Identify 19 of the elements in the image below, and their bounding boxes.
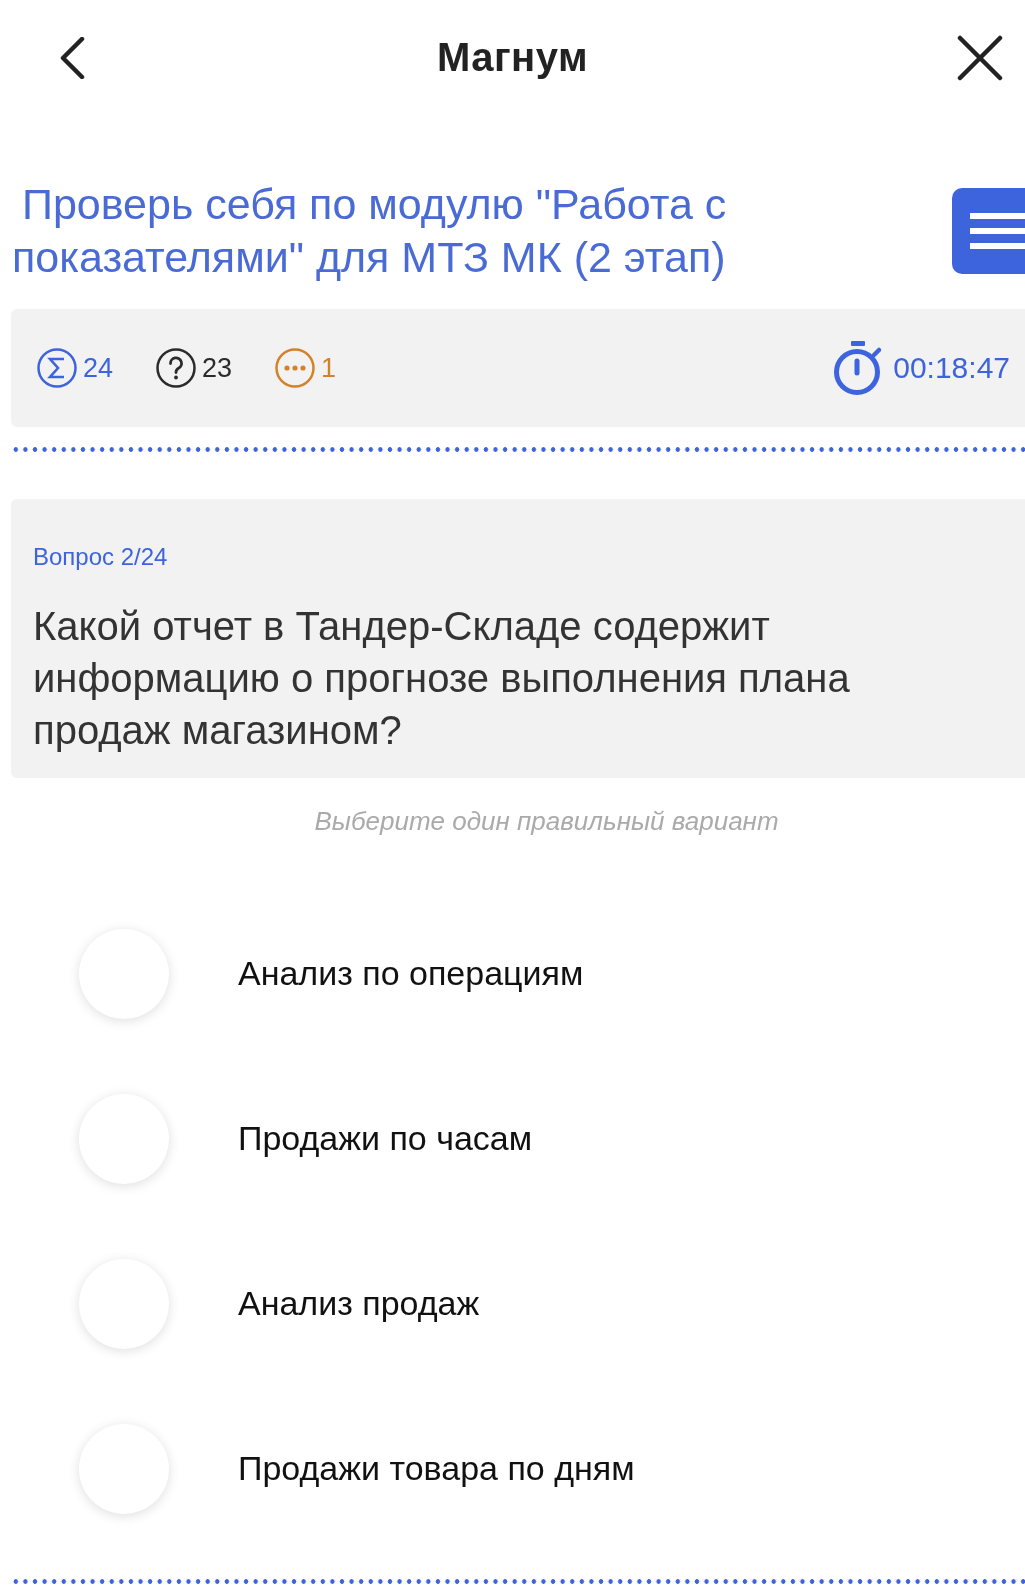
menu-icon xyxy=(970,210,1025,252)
option-label[interactable]: Анализ продаж xyxy=(238,1284,480,1323)
option-label[interactable]: Анализ по операциям xyxy=(238,954,584,993)
stat-count: 24 xyxy=(83,352,114,384)
question-text: Какой отчет в Тандер-Складе содержит информацию о прогнозе выполнения плана продаж магазином? xyxy=(33,603,851,754)
close-icon xyxy=(957,34,1003,81)
app-title: Магнум xyxy=(436,34,589,81)
back-button[interactable] xyxy=(58,36,86,79)
instruction-text: Выберите один правильный вариант xyxy=(313,805,780,838)
timer-text: 00:18:47 xyxy=(893,351,1010,385)
option-label[interactable]: Продажи товара по дням xyxy=(238,1449,635,1488)
test-title: Проверь себя по модулю "Работа с показателями" для МТЗ МК (2 этап) xyxy=(12,179,728,283)
stat-count: 23 xyxy=(202,352,233,384)
menu-button[interactable] xyxy=(952,188,1025,274)
question-number: Вопрос 2/24 xyxy=(33,542,169,572)
stat-count: 1 xyxy=(321,352,337,384)
chevron-left-icon xyxy=(58,36,86,79)
option-label[interactable]: Продажи по часам xyxy=(238,1119,533,1158)
close-button[interactable] xyxy=(957,34,1003,81)
